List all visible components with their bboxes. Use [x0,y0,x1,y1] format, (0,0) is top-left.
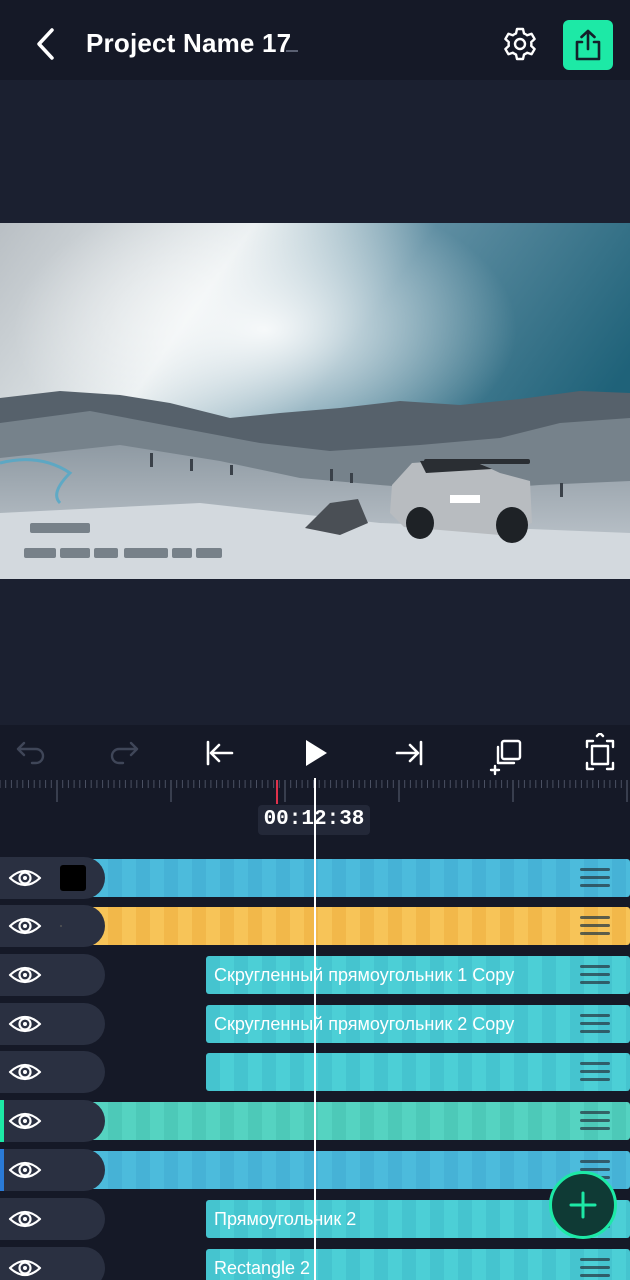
skip-to-end-icon [395,740,423,766]
clip-label: Скругленный прямоугольник 1 Copy [214,965,515,985]
drag-handle-icon[interactable] [580,1014,610,1034]
eye-icon[interactable] [8,1059,42,1090]
share-upload-icon [575,29,601,61]
preview-canvas[interactable] [0,80,630,725]
track-header [0,1003,105,1045]
in-point-marker [276,780,278,804]
layer-thumbnail [60,925,62,927]
clip-label: Прямоугольник 2 [214,1209,357,1229]
timeline-clip[interactable] [80,1102,630,1140]
plus-icon [569,1191,597,1219]
eye-icon[interactable] [8,1108,42,1139]
drag-handle-icon[interactable] [580,868,610,888]
duplicate-button[interactable] [485,733,527,776]
gear-icon [504,27,536,61]
project-title[interactable]: Project Name 17 [86,28,291,59]
track-color-marker [0,1149,4,1191]
timeline-toolbar [0,725,630,780]
play-button[interactable] [294,733,336,773]
chevron-left-icon [37,28,54,60]
drag-handle-icon[interactable] [580,965,610,985]
timeline-clip[interactable]: Скругленный прямоугольник 2 Copy [206,1005,630,1043]
track-header [0,954,105,996]
top-bar: Project Name 17 [0,0,630,80]
undo-icon [16,741,45,765]
track-header [0,857,105,899]
timeline-clip[interactable] [206,1053,630,1091]
clip-label: Rectangle 2 [214,1258,311,1278]
track-header [0,1149,105,1191]
duplicate-icon [489,739,522,776]
redo-button[interactable] [104,733,146,773]
track-header [0,1100,105,1142]
track-color-marker [0,1100,4,1142]
drag-handle-icon[interactable] [580,1062,610,1082]
timeline-clip[interactable] [80,1151,630,1189]
redo-icon [110,741,139,765]
skip-to-start-icon [206,740,234,766]
drag-handle-icon[interactable] [580,1258,610,1278]
video-frame [0,223,630,579]
fit-frame-button[interactable] [579,733,621,773]
drag-handle-icon[interactable] [580,916,610,936]
color-swatch[interactable] [60,865,86,891]
eye-icon[interactable] [8,1157,42,1188]
skip-to-start-button[interactable] [198,733,240,773]
drag-handle-icon[interactable] [580,1111,610,1131]
fit-frame-icon [585,733,615,771]
eye-icon[interactable] [8,1255,42,1280]
eye-icon[interactable] [8,1206,42,1237]
track-header [0,905,105,947]
eye-icon[interactable] [8,913,42,944]
settings-button[interactable] [500,24,540,64]
share-button[interactable] [563,20,613,70]
eye-icon[interactable] [8,962,42,993]
undo-button[interactable] [9,733,51,773]
timeline-clip[interactable]: Скругленный прямоугольник 1 Copy [206,956,630,994]
video-thumbnail [0,223,630,579]
clip-label: Скругленный прямоугольник 2 Copy [214,1014,515,1034]
eye-icon[interactable] [8,1011,42,1042]
track-header [0,1051,105,1093]
play-icon [306,740,327,766]
timeline-clip[interactable]: Rectangle 2 [206,1249,630,1280]
timeline-clip[interactable] [80,907,630,945]
add-layer-button[interactable] [549,1171,617,1239]
back-button[interactable] [28,24,64,64]
text-cursor [286,50,298,52]
eye-icon[interactable] [8,865,42,896]
track-header [0,1198,105,1240]
timeline-clip[interactable] [80,859,630,897]
track-header [0,1247,105,1280]
skip-to-end-button[interactable] [389,733,431,773]
playhead[interactable] [314,778,316,1280]
